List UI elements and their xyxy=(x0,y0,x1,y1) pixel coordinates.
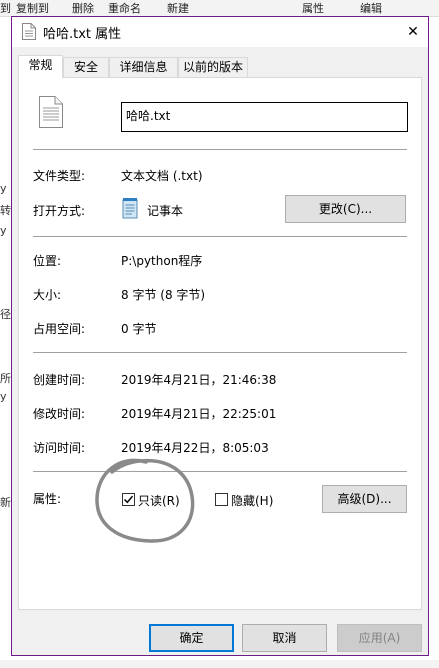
text-file-icon xyxy=(22,23,36,40)
divider xyxy=(33,149,407,150)
readonly-label[interactable]: 只读(R) xyxy=(138,492,180,509)
size-label: 大小: xyxy=(33,288,62,302)
location-label: 位置: xyxy=(33,254,62,268)
hidden-label[interactable]: 隐藏(H) xyxy=(231,492,273,509)
notepad-icon xyxy=(122,198,138,219)
background-statusbar xyxy=(0,660,439,668)
tab-strip: 常规 安全 详细信息 以前的版本 xyxy=(12,55,428,78)
open-with-label: 打开方式: xyxy=(33,204,86,218)
ok-button[interactable]: 确定 xyxy=(149,624,234,652)
tab-general[interactable]: 常规 xyxy=(18,55,63,78)
attributes-label: 属性: xyxy=(33,492,62,506)
divider xyxy=(33,352,407,353)
checkmark-icon xyxy=(123,495,134,504)
bg-ribbon-item: 属性 xyxy=(302,2,324,15)
bg-letter: 转 xyxy=(0,204,11,217)
bg-letter: y xyxy=(0,224,7,237)
readonly-checkbox[interactable] xyxy=(122,493,135,506)
file-type-value: 文本文档 (.txt) xyxy=(121,169,203,183)
location-value: P:\python程序 xyxy=(121,254,203,268)
created-label: 创建时间: xyxy=(33,373,86,387)
size-value: 8 字节 (8 字节) xyxy=(121,288,206,302)
bg-letter: y xyxy=(0,390,7,403)
bg-ribbon-item: 删除 xyxy=(72,2,94,15)
bg-letter: 径 xyxy=(0,308,11,321)
close-button[interactable]: ✕ xyxy=(398,17,428,47)
file-type-label: 文件类型: xyxy=(33,169,86,183)
title-bar[interactable]: 哈哈.txt 属性 ✕ xyxy=(12,17,428,47)
background-ribbon: 到 复制到 删除 重命名 新建 属性 编辑 xyxy=(0,0,439,17)
created-value: 2019年4月21日，21:46:38 xyxy=(121,373,277,387)
bg-letter: 新 xyxy=(0,496,11,509)
tab-security[interactable]: 安全 xyxy=(63,57,109,77)
bg-ribbon-item: 新建 xyxy=(167,2,189,15)
filename-input[interactable]: 哈哈.txt xyxy=(121,102,408,132)
bg-letter: 所 xyxy=(0,372,11,385)
bg-ribbon-item: 编辑 xyxy=(360,2,382,15)
cancel-button[interactable]: 取消 xyxy=(242,624,327,652)
accessed-value: 2019年4月22日，8:05:03 xyxy=(121,441,269,455)
bg-ribbon-item: 重命名 xyxy=(108,2,141,15)
close-icon: ✕ xyxy=(407,24,419,40)
size-on-disk-label: 占用空间: xyxy=(33,322,86,336)
size-on-disk-value: 0 字节 xyxy=(121,322,157,336)
dialog-title: 哈哈.txt 属性 xyxy=(43,27,122,42)
accessed-label: 访问时间: xyxy=(33,441,86,455)
modified-value: 2019年4月21日，22:25:01 xyxy=(121,407,277,421)
bg-ribbon-item: 到 xyxy=(0,2,11,15)
hidden-checkbox[interactable] xyxy=(215,493,228,506)
modified-label: 修改时间: xyxy=(33,407,86,421)
apply-button: 应用(A) xyxy=(337,624,422,652)
divider xyxy=(33,236,407,237)
tab-details[interactable]: 详细信息 xyxy=(109,57,178,77)
tab-previous-versions[interactable]: 以前的版本 xyxy=(178,57,248,77)
text-file-icon xyxy=(39,96,63,128)
bg-letter: y xyxy=(0,182,7,195)
general-tab-panel: 哈哈.txt 文件类型: 文本文档 (.txt) 打开方式: 记事本 更改(C)… xyxy=(18,77,422,610)
open-with-value: 记事本 xyxy=(147,204,184,218)
bg-ribbon-item: 复制到 xyxy=(16,2,49,15)
advanced-button[interactable]: 高级(D)... xyxy=(322,485,407,513)
divider xyxy=(33,471,407,472)
change-program-button[interactable]: 更改(C)... xyxy=(285,195,406,223)
properties-dialog: 哈哈.txt 属性 ✕ 常规 安全 详细信息 以前的版本 哈哈.txt 文件类型… xyxy=(11,16,429,656)
